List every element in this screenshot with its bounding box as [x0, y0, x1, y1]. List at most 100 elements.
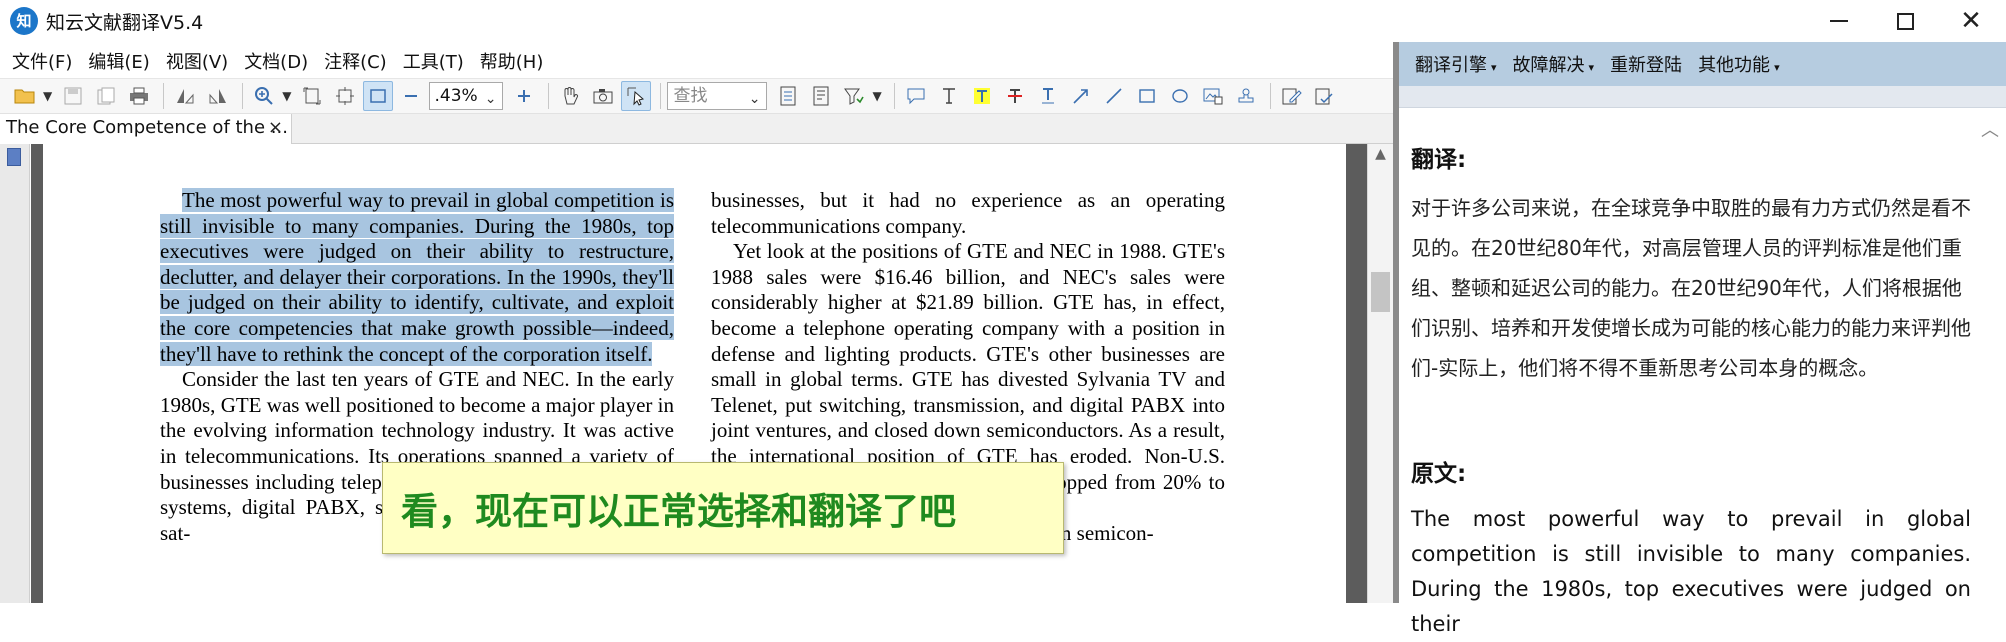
document-tab-bar: The Core Competence of the ... × — [0, 114, 1393, 144]
rectangle-tool-button[interactable] — [1132, 81, 1162, 111]
zoom-level-value: .43% — [434, 86, 478, 106]
menu-troubleshooting[interactable]: 故障解决 ▾ — [1513, 51, 1595, 77]
zoom-out-button[interactable] — [396, 81, 426, 111]
strikethrough-button[interactable] — [1000, 81, 1030, 111]
paragraph-highlighted[interactable]: The most powerful way to prevail in glob… — [160, 188, 674, 367]
open-folder-icon — [14, 89, 35, 104]
highlight-button[interactable] — [967, 81, 997, 111]
signature-icon — [1315, 88, 1333, 105]
line-tool-button[interactable] — [1099, 81, 1129, 111]
toolbar-separator — [660, 83, 662, 109]
filter-button[interactable] — [839, 81, 869, 111]
note-edit-icon — [1282, 88, 1302, 105]
comment-icon — [907, 88, 925, 105]
maximize-button[interactable] — [1872, 0, 1938, 42]
minus-icon — [405, 95, 418, 97]
fit-visible-icon — [370, 89, 387, 103]
original-heading: 原文: — [1411, 461, 1467, 487]
printer-icon — [130, 87, 149, 105]
tab-document[interactable]: The Core Competence of the ... × — [0, 114, 292, 144]
rotate-right-button[interactable] — [203, 81, 233, 111]
chevron-down-icon: ⌄ — [748, 91, 761, 107]
minimize-button[interactable] — [1806, 0, 1872, 42]
open-folder-button[interactable] — [10, 81, 40, 111]
toolbar-separator — [163, 83, 165, 109]
menu-other-functions[interactable]: 其他功能 ▾ — [1698, 51, 1780, 77]
menu-label: 其他功能 — [1698, 55, 1771, 76]
open-dropdown-arrow-icon[interactable]: ▼ — [43, 89, 52, 103]
save-icon — [64, 87, 82, 105]
text-cursor-button[interactable] — [934, 81, 964, 111]
find-next-button[interactable] — [806, 81, 836, 111]
find-previous-button[interactable] — [773, 81, 803, 111]
chevron-down-icon: ⌄ — [484, 91, 497, 107]
zoom-plus-button[interactable] — [509, 81, 539, 111]
zoom-in-button[interactable] — [249, 81, 279, 111]
translation-panel: ︿ 翻译: 对于许多公司来说，在全球竞争中取胜的最有力方式仍然是看不见的。在20… — [1399, 108, 2006, 636]
menu-tools[interactable]: 工具(T) — [403, 48, 464, 74]
app-logo-icon: 知 — [10, 7, 38, 35]
zoom-dropdown-arrow-icon[interactable]: ▼ — [282, 89, 291, 103]
zoom-level-select[interactable]: .43% ⌄ — [429, 82, 504, 110]
menu-file[interactable]: 文件(F) — [12, 48, 72, 74]
edit-notes-button[interactable] — [1277, 81, 1307, 111]
image-tool-button[interactable] — [1198, 81, 1228, 111]
menu-document[interactable]: 文档(D) — [244, 48, 308, 74]
fit-width-icon — [336, 87, 355, 105]
menu-translation-engine[interactable]: 翻译引擎 ▾ — [1415, 51, 1497, 77]
scroll-up-arrow-icon[interactable]: ▲ — [1368, 146, 1393, 162]
strikethrough-icon — [1007, 89, 1022, 103]
rectangle-icon — [1139, 89, 1155, 103]
rotate-left-icon — [177, 89, 194, 104]
comment-button[interactable] — [901, 81, 931, 111]
toolbar-separator — [1269, 83, 1271, 109]
translation-text[interactable]: 对于许多公司来说，在全球竞争中取胜的最有力方式仍然是看不见的。在20世纪80年代… — [1411, 188, 1971, 388]
zoom-in-icon — [255, 87, 273, 105]
ellipse-tool-button[interactable] — [1165, 81, 1195, 111]
menu-view[interactable]: 视图(V) — [166, 48, 228, 74]
menu-relogin[interactable]: 重新登陆 — [1610, 51, 1682, 77]
hand-tool-button[interactable] — [555, 81, 585, 111]
rotate-left-button[interactable] — [170, 81, 200, 111]
menu-label: 重新登陆 — [1610, 55, 1683, 76]
fit-visible-button[interactable] — [363, 81, 394, 111]
fit-width-button[interactable] — [330, 81, 360, 111]
arrow-tool-button[interactable] — [1066, 81, 1096, 111]
translation-panel-strip — [1399, 86, 2006, 108]
selected-text[interactable]: The most powerful way to prevail in glob… — [160, 188, 674, 366]
title-bar: 知 知云文献翻译V5.4 ✕ — [0, 0, 2006, 42]
dropdown-arrow-icon: ▾ — [1491, 61, 1497, 74]
sign-button[interactable] — [1310, 81, 1340, 111]
original-text[interactable]: The most powerful way to prevail in glob… — [1411, 502, 1971, 642]
tab-document-title: The Core Competence of the ... — [6, 117, 288, 138]
dropdown-arrow-icon: ▾ — [1774, 61, 1780, 74]
filter-icon — [844, 88, 865, 105]
menu-comment[interactable]: 注释(C) — [324, 48, 387, 74]
menu-label: 翻译引擎 — [1415, 55, 1487, 76]
menu-edit[interactable]: 编辑(E) — [88, 48, 149, 74]
scroll-up-chevron-icon[interactable]: ︿ — [1981, 116, 1999, 142]
fit-page-button[interactable] — [297, 81, 327, 111]
line-icon — [1106, 88, 1122, 104]
snapshot-button[interactable] — [588, 81, 618, 111]
print-button[interactable] — [124, 81, 154, 111]
search-placeholder: 查找 — [673, 86, 708, 106]
save-button[interactable] — [58, 81, 88, 111]
scrollbar-thumb[interactable] — [1371, 272, 1390, 312]
search-input[interactable]: 查找 ⌄ — [667, 82, 768, 110]
callout-text: 看，现在可以正常选择和翻译了吧 — [401, 489, 956, 533]
bookmark-icon[interactable] — [7, 148, 21, 166]
viewer-scrollbar[interactable]: ▲ — [1367, 144, 1393, 603]
close-tab-icon[interactable]: × — [268, 114, 283, 142]
stamp-tool-button[interactable] — [1231, 81, 1261, 111]
close-window-button[interactable]: ✕ — [1938, 0, 2004, 42]
ellipse-icon — [1172, 89, 1188, 103]
filter-dropdown-arrow-icon[interactable]: ▼ — [872, 89, 881, 103]
save-as-button[interactable] — [91, 81, 121, 111]
menu-help[interactable]: 帮助(H) — [480, 48, 544, 74]
underline-button[interactable] — [1033, 81, 1063, 111]
toolbar-separator — [548, 83, 550, 109]
select-text-button[interactable] — [621, 81, 652, 111]
save-as-icon — [97, 87, 115, 105]
main-toolbar: ▼ ▼ .43% ⌄ 查找 ⌄ ▼ — [0, 78, 1393, 114]
